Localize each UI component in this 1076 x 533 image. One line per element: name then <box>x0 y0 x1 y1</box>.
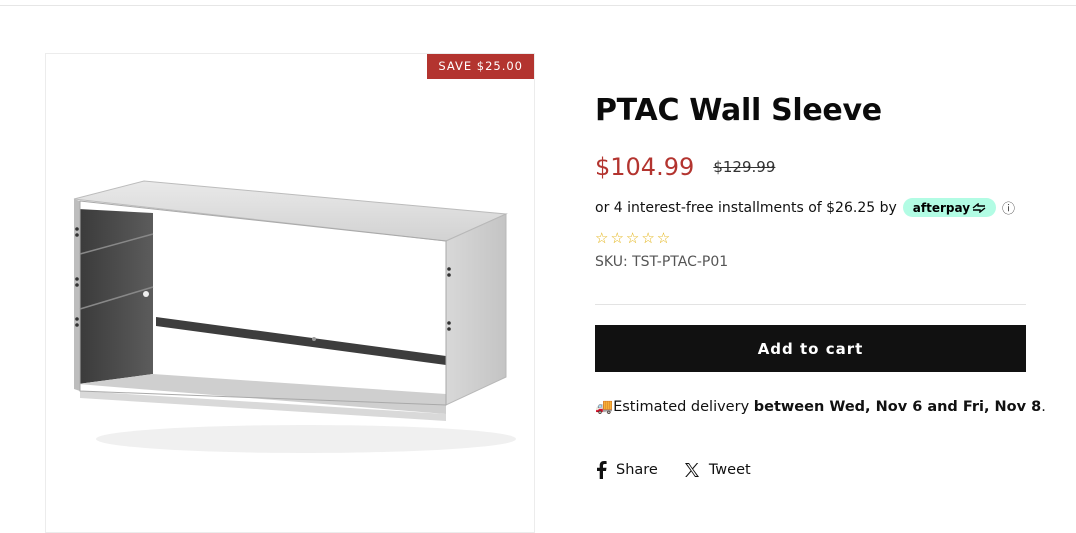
save-badge: SAVE $25.00 <box>427 54 534 79</box>
social-share: Share Tweet <box>595 461 777 479</box>
sku-text: SKU: TST-PTAC-P01 <box>595 254 729 270</box>
facebook-icon <box>597 461 607 479</box>
afterpay-label: afterpay <box>912 200 971 215</box>
compare-price: $129.99 <box>713 158 776 176</box>
facebook-share-label: Share <box>616 462 658 478</box>
x-tweet-link[interactable]: Tweet <box>684 462 751 478</box>
product-image[interactable] <box>66 169 516 469</box>
sale-price: $104.99 <box>595 153 695 181</box>
header-divider <box>0 5 1076 6</box>
x-tweet-label: Tweet <box>708 462 751 478</box>
delivery-suffix: . <box>1041 399 1046 415</box>
truck-icon: 🚚 <box>595 399 614 415</box>
info-icon[interactable]: ⓘ <box>1002 198 1015 217</box>
delivery-range: between Wed, Nov 6 and Fri, Nov 8 <box>753 399 1042 415</box>
delivery-prefix: Estimated delivery <box>613 399 750 415</box>
product-gallery[interactable]: SAVE $25.00 <box>45 53 535 533</box>
section-divider <box>595 304 1026 305</box>
rating-stars[interactable]: ☆☆☆☆☆ <box>595 229 672 247</box>
add-to-cart-button[interactable]: Add to cart <box>595 325 1026 372</box>
product-title: PTAC Wall Sleeve <box>595 93 882 128</box>
afterpay-arrows-icon <box>972 202 986 213</box>
x-icon <box>684 463 699 477</box>
afterpay-message: or 4 interest-free installments of $26.2… <box>595 198 1015 217</box>
installments-text: or 4 interest-free installments of $26.2… <box>595 199 897 216</box>
delivery-estimate: 🚚Estimated delivery between Wed, Nov 6 a… <box>595 398 1046 415</box>
afterpay-badge[interactable]: afterpay <box>902 198 997 217</box>
facebook-share-link[interactable]: Share <box>595 461 658 479</box>
price-block: $104.99 $129.99 <box>595 153 775 181</box>
